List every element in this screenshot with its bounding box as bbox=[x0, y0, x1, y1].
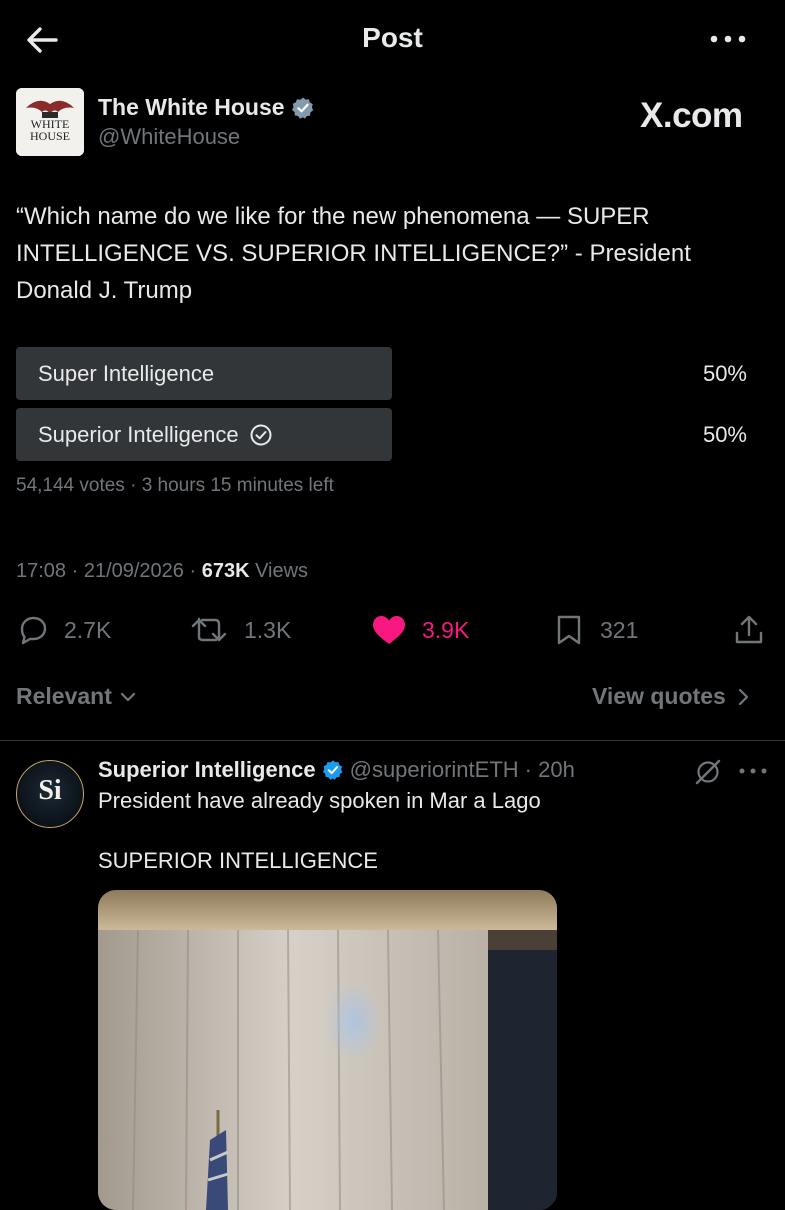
bookmark-count: 321 bbox=[600, 616, 639, 643]
grok-icon bbox=[695, 759, 721, 785]
poll-option-text: Superior Intelligence bbox=[38, 422, 239, 447]
check-circle-icon bbox=[250, 424, 272, 445]
poll-option-label: Super Intelligence bbox=[38, 347, 214, 400]
repost-button[interactable]: 1.3K bbox=[190, 612, 291, 648]
poll-option-percent: 50% bbox=[702, 422, 747, 447]
reply-media-image[interactable] bbox=[98, 890, 557, 1210]
post-text: “Which name do we like for the new pheno… bbox=[16, 203, 691, 304]
room-photo bbox=[98, 890, 557, 1210]
author-name: The White House bbox=[98, 94, 285, 120]
page-title: Post bbox=[362, 22, 423, 53]
sort-label: Relevant bbox=[16, 683, 112, 709]
post-timestamp[interactable]: 17:08 · 21/09/2026 · 673K Views bbox=[16, 560, 308, 583]
reply-text-line2: SUPERIOR INTELLIGENCE bbox=[98, 848, 378, 873]
like-count: 3.9K bbox=[422, 616, 470, 643]
more-icon bbox=[739, 768, 767, 774]
reply-count: 2.7K bbox=[64, 616, 112, 643]
views-label: Views bbox=[249, 560, 309, 582]
poll-option-percent: 50% bbox=[702, 361, 747, 386]
poll-option-text: Super Intelligence bbox=[38, 361, 215, 386]
divider bbox=[0, 740, 785, 741]
logo-text-line2: HOUSE bbox=[29, 129, 70, 143]
reply-time: · 20h bbox=[524, 757, 575, 782]
reply-more-button[interactable] bbox=[736, 760, 770, 782]
author-handle[interactable]: @WhiteHouse bbox=[98, 124, 240, 150]
more-options-button[interactable] bbox=[708, 24, 748, 54]
poll-option-label: Superior Intelligence bbox=[38, 408, 273, 461]
repost-count: 1.3K bbox=[244, 616, 292, 643]
bookmark-icon bbox=[557, 615, 581, 645]
reply-author-name: Superior Intelligence bbox=[98, 757, 316, 782]
grok-button[interactable] bbox=[693, 757, 723, 787]
reply-header[interactable]: Superior Intelligence @superiorintETH · … bbox=[98, 757, 575, 783]
like-button[interactable]: 3.9K bbox=[370, 612, 469, 648]
more-icon bbox=[710, 35, 746, 43]
reply-author-avatar[interactable]: Si bbox=[16, 760, 84, 828]
chevron-right-icon bbox=[738, 688, 748, 705]
reply-author-handle: @superiorintETH bbox=[349, 757, 519, 782]
chevron-down-icon bbox=[120, 692, 135, 701]
timestamp-text: 17:08 · 21/09/2026 · bbox=[16, 560, 202, 582]
sort-relevant-dropdown[interactable]: Relevant bbox=[16, 683, 138, 710]
comment-icon bbox=[20, 616, 47, 645]
view-quotes-label: View quotes bbox=[592, 683, 726, 709]
avatar-logo-text: Si bbox=[38, 775, 62, 806]
author-name-row[interactable]: The White House bbox=[98, 94, 315, 121]
heart-filled-icon bbox=[373, 616, 405, 644]
reply-button[interactable]: 2.7K bbox=[16, 612, 111, 648]
bookmark-button[interactable]: 321 bbox=[552, 612, 638, 648]
logo-text: WHITE HOUSE bbox=[16, 118, 84, 142]
share-button[interactable] bbox=[732, 612, 766, 648]
poll-meta: 54,144 votes · 3 hours 15 minutes left bbox=[16, 475, 334, 496]
poll-option-super-intelligence[interactable]: Super Intelligence 50% bbox=[16, 347, 769, 400]
verified-gray-badge-icon bbox=[291, 97, 313, 119]
views-count: 673K bbox=[201, 560, 250, 582]
share-icon bbox=[735, 615, 763, 644]
repost-icon bbox=[191, 617, 227, 642]
poll-option-superior-intelligence[interactable]: Superior Intelligence 50% bbox=[16, 408, 769, 461]
verified-blue-badge-icon bbox=[322, 760, 342, 780]
xcom-watermark: X.com bbox=[640, 96, 743, 135]
view-quotes-link[interactable]: View quotes bbox=[592, 683, 752, 710]
author-avatar[interactable]: WHITE HOUSE bbox=[16, 88, 84, 156]
reply-text-line1: President have already spoken in Mar a L… bbox=[98, 788, 541, 813]
